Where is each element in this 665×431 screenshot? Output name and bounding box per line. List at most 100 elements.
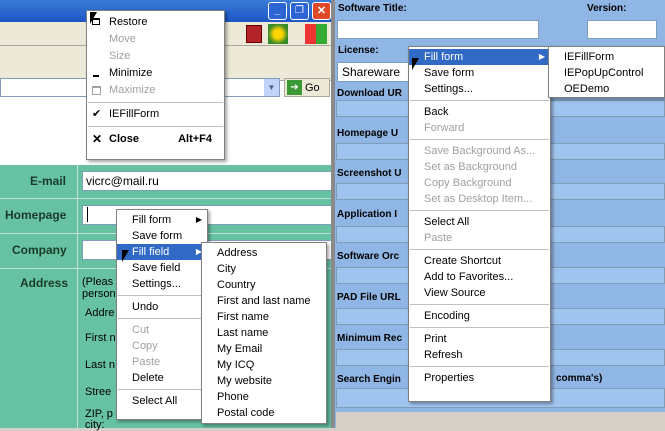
address-label: Address (20, 276, 69, 290)
menu-separator (410, 304, 549, 305)
menu-item-fill-field[interactable]: Fill field ▶ (117, 244, 207, 260)
email-field[interactable]: vicrc@mail.ru (82, 171, 333, 191)
menu-item-save-field[interactable]: Save field (117, 260, 207, 276)
menu-item-size[interactable]: Size (87, 48, 224, 65)
submenu-item-address[interactable]: Address (202, 245, 326, 261)
close-button[interactable]: ✕ (312, 2, 331, 20)
menu-item-print[interactable]: Print (409, 331, 550, 347)
menu-item-set-background[interactable]: Set as Background (409, 159, 550, 175)
menu-item-save-form[interactable]: Save form (117, 228, 207, 244)
menu-item-settings[interactable]: Settings... (117, 276, 207, 292)
menu-item-copy[interactable]: Copy (117, 338, 207, 354)
toolbar-icon-1[interactable] (246, 25, 262, 43)
menu-item-refresh[interactable]: Refresh (409, 347, 550, 363)
menu-item-close[interactable]: ✕ Close Alt+F4 (87, 130, 224, 148)
submenu-item-oedemo[interactable]: OEDemo (549, 81, 664, 97)
first-name-sublabel: First n (85, 332, 116, 344)
menu-item-minimize[interactable]: Minimize (87, 65, 224, 82)
submenu-item-phone[interactable]: Phone (202, 389, 326, 405)
address-sublabel: Addre (85, 307, 115, 319)
text-cursor (87, 207, 88, 222)
fill-field-submenu: Address City Country First and last name… (201, 242, 327, 424)
company-label: Company (12, 243, 67, 257)
version-field[interactable] (587, 20, 657, 39)
menu-separator (88, 126, 223, 127)
menu-item-select-all[interactable]: Select All (117, 393, 207, 409)
menu-separator (410, 139, 549, 140)
minimize-button[interactable]: _ (268, 2, 287, 20)
toolbar-icon-2[interactable] (268, 24, 288, 44)
submenu-item-postal-code[interactable]: Postal code (202, 405, 326, 421)
menu-item-restore[interactable]: Restore (87, 13, 224, 31)
menu-item-cut[interactable]: Cut (117, 322, 207, 338)
minimum-req-label: Minimum Rec (337, 333, 403, 344)
software-title-field[interactable] (337, 20, 539, 39)
menu-item-undo[interactable]: Undo (117, 299, 207, 315)
homepage-url-label: Homepage U (337, 128, 399, 139)
menu-item-paste[interactable]: Paste (409, 230, 550, 246)
menu-separator (118, 389, 206, 390)
menu-item-fill-form[interactable]: Fill form ▶ (409, 49, 550, 65)
menu-separator (118, 295, 206, 296)
street-sublabel: Stree (85, 386, 112, 398)
menu-item-save-background[interactable]: Save Background As... (409, 143, 550, 159)
menu-separator (118, 318, 206, 319)
submenu-item-my-icq[interactable]: My ICQ (202, 357, 326, 373)
check-icon: ✔ (92, 108, 102, 120)
mouse-pointer-icon (412, 58, 419, 70)
fill-form-submenu: IEFillForm IEPopUpControl OEDemo (548, 46, 665, 98)
menu-item-select-all[interactable]: Select All (409, 214, 550, 230)
form-row-divider (0, 198, 333, 199)
search-engine-label: Search Engin (337, 374, 401, 385)
submenu-item-first-name[interactable]: First name (202, 309, 326, 325)
menu-item-fill-form[interactable]: Fill form ▶ (117, 212, 207, 228)
menu-item-settings[interactable]: Settings... (409, 81, 550, 97)
menu-item-properties[interactable]: Properties (409, 370, 550, 386)
menu-item-maximize[interactable]: Maximize (87, 82, 224, 99)
menu-item-create-shortcut[interactable]: Create Shortcut (409, 253, 550, 269)
license-select[interactable]: Shareware (337, 62, 409, 82)
screenshot-url-label: Screenshot U (337, 168, 402, 179)
submenu-item-country[interactable]: Country (202, 277, 326, 293)
address-dropdown-button[interactable]: ▼ (264, 79, 279, 96)
submenu-item-first-last-name[interactable]: First and last name (202, 293, 326, 309)
menu-item-delete[interactable]: Delete (117, 370, 207, 386)
scrollbar-track[interactable] (336, 412, 665, 428)
minimize-icon (93, 75, 99, 77)
menu-item-paste[interactable]: Paste (117, 354, 207, 370)
submenu-item-last-name[interactable]: Last name (202, 325, 326, 341)
software-order-label: Software Orc (337, 251, 400, 262)
submenu-item-my-website[interactable]: My website (202, 373, 326, 389)
menu-item-encoding[interactable]: Encoding (409, 308, 550, 324)
submenu-item-my-email[interactable]: My Email (202, 341, 326, 357)
windows-logo-icon (305, 24, 327, 44)
menu-item-iefillform[interactable]: ✔ IEFillForm (87, 106, 224, 123)
form-divider (77, 165, 78, 428)
maximize-icon (92, 86, 101, 95)
menu-separator (88, 102, 223, 103)
last-name-sublabel: Last n (85, 359, 115, 371)
close-shortcut: Alt+F4 (178, 133, 212, 145)
system-menu: Restore Move Size Minimize Maximize ✔ IE… (86, 10, 225, 160)
menu-item-forward[interactable]: Forward (409, 120, 550, 136)
go-button[interactable]: ➔ Go (284, 78, 330, 97)
submenu-item-iepopupcontrol[interactable]: IEPopUpControl (549, 65, 664, 81)
version-label: Version: (587, 3, 627, 14)
submenu-item-iefillform[interactable]: IEFillForm (549, 49, 664, 65)
mouse-pointer-icon (90, 12, 97, 24)
application-label: Application I (337, 209, 397, 220)
menu-item-copy-background[interactable]: Copy Background (409, 175, 550, 191)
maximize-button[interactable]: ❐ (290, 2, 309, 20)
menu-item-save-form[interactable]: Save form (409, 65, 550, 81)
menu-item-set-desktop-item[interactable]: Set as Desktop Item... (409, 191, 550, 207)
go-arrow-icon: ➔ (287, 80, 302, 95)
menu-item-move[interactable]: Move (87, 31, 224, 48)
menu-item-back[interactable]: Back (409, 104, 550, 120)
menu-item-add-to-favorites[interactable]: Add to Favorites... (409, 269, 550, 285)
menu-item-view-source[interactable]: View Source (409, 285, 550, 301)
submenu-item-city[interactable]: City (202, 261, 326, 277)
address-hint: (Pleas (82, 276, 114, 288)
menu-separator (410, 210, 549, 211)
download-url-label: Download UR (337, 88, 402, 99)
menu-separator (410, 327, 549, 328)
